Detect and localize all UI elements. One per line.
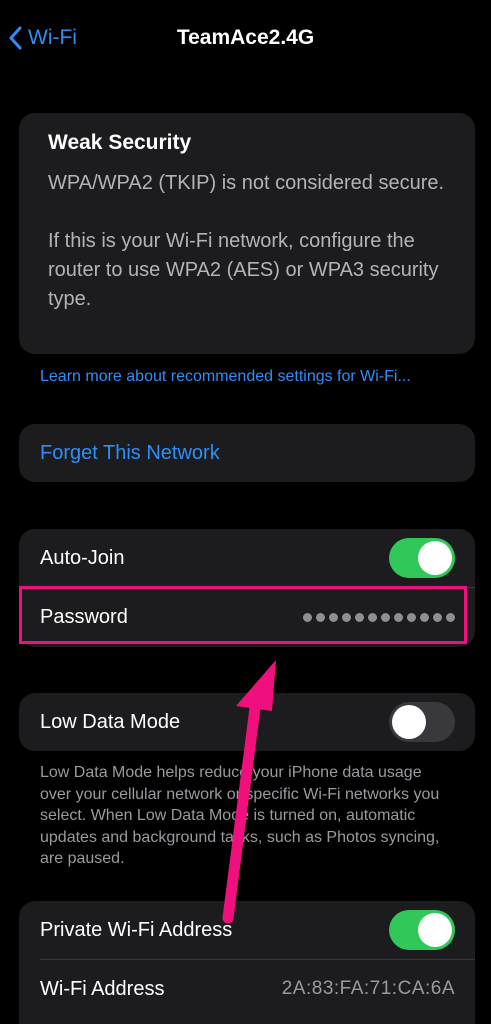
toggle-knob	[392, 705, 426, 739]
private-address-label: Private Wi-Fi Address	[40, 918, 233, 941]
forget-network-label: Forget This Network	[40, 441, 220, 464]
auto-join-toggle[interactable]	[389, 538, 455, 578]
wifi-address-row: Wi-Fi Address 2A:83:FA:71:CA:6A	[19, 960, 475, 1018]
low-data-mode-card: Low Data Mode	[19, 693, 475, 751]
toggle-knob	[418, 913, 452, 947]
password-label: Password	[40, 605, 128, 628]
auto-join-row: Auto-Join	[19, 529, 475, 587]
forget-network-card: Forget This Network	[19, 424, 475, 482]
page-title: TeamAce2.4G	[176, 26, 315, 49]
toggle-knob	[418, 541, 452, 575]
forget-network-button[interactable]: Forget This Network	[19, 424, 475, 482]
warning-text: WPA/WPA2 (TKIP) is not considered secure…	[48, 169, 446, 314]
password-row[interactable]: Password	[19, 588, 475, 646]
navigation-bar: Wi-Fi TeamAce2.4G	[0, 0, 491, 80]
low-data-mode-toggle[interactable]	[389, 702, 455, 742]
warning-title: Weak Security	[48, 131, 192, 154]
address-settings-group: Private Wi-Fi Address Wi-Fi Address 2A:8…	[19, 901, 475, 1024]
low-data-mode-description: Low Data Mode helps reduce your iPhone d…	[40, 764, 440, 867]
weak-security-card: Weak Security WPA/WPA2 (TKIP) is not con…	[19, 113, 475, 354]
auto-join-label: Auto-Join	[40, 546, 125, 569]
warning-paragraph-1: WPA/WPA2 (TKIP) is not considered secure…	[48, 172, 445, 194]
password-masked-value	[303, 612, 455, 622]
learn-more-link[interactable]: Learn more about recommended settings fo…	[40, 365, 440, 388]
wifi-address-label: Wi-Fi Address	[40, 977, 165, 1000]
low-data-mode-row: Low Data Mode	[19, 693, 475, 751]
join-settings-group: Auto-Join Password	[19, 529, 475, 647]
low-data-mode-label: Low Data Mode	[40, 710, 181, 733]
private-address-toggle[interactable]	[389, 910, 455, 950]
private-address-row: Private Wi-Fi Address	[19, 901, 475, 959]
warning-paragraph-2: If this is your Wi-Fi network, configure…	[48, 230, 439, 310]
wifi-address-value: 2A:83:FA:71:CA:6A	[281, 978, 455, 999]
